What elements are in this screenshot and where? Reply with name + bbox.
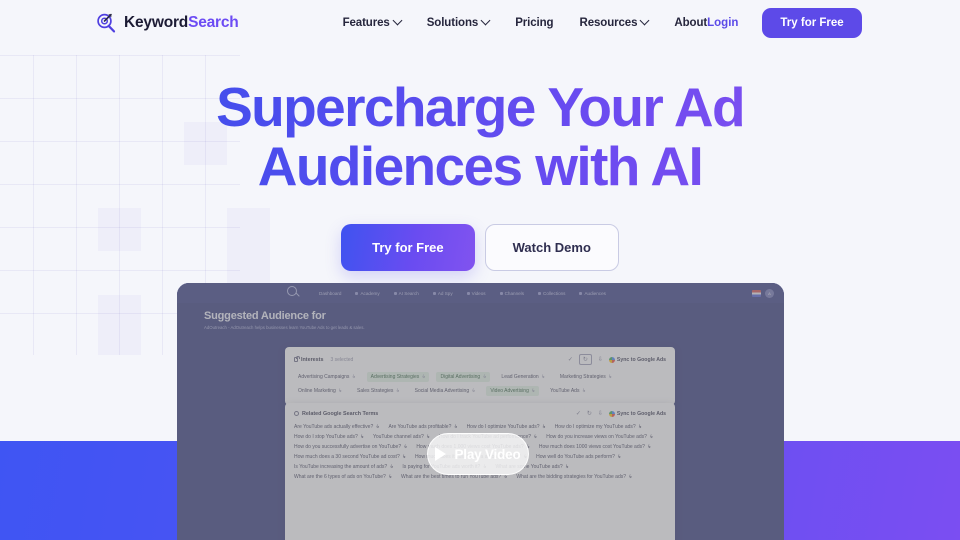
page-title: Supercharge Your Ad Audiences with AI	[0, 78, 960, 196]
chevron-down-icon	[480, 15, 491, 26]
logo[interactable]: KeywordSearch	[95, 12, 239, 34]
nav-label: Features	[342, 16, 390, 29]
headline-line-2: Audiences with AI	[257, 135, 703, 197]
play-triangle-icon	[435, 447, 447, 461]
chevron-down-icon	[392, 15, 403, 26]
hero-try-for-free-button[interactable]: Try for Free	[341, 224, 475, 271]
nav-item-solutions[interactable]: Solutions	[426, 15, 491, 29]
nav-label: Pricing	[515, 16, 554, 29]
hero-watch-demo-button[interactable]: Watch Demo	[484, 224, 619, 271]
chevron-down-icon	[639, 15, 650, 26]
header-try-for-free-button[interactable]: Try for Free	[762, 7, 862, 38]
nav-label: Solutions	[426, 16, 479, 29]
play-video-label: Play Video	[454, 446, 521, 462]
nav-label: Resources	[579, 16, 638, 29]
hero-cta-row: Try for Free Watch Demo	[0, 224, 960, 271]
headline-line-1: Supercharge Your Ad	[216, 76, 744, 138]
main-nav: Features Solutions Pricing Resources Abo…	[342, 15, 707, 29]
header-actions: Login Try for Free	[707, 7, 862, 38]
nav-item-features[interactable]: Features	[342, 15, 403, 29]
logo-text-keyword: Keyword	[124, 13, 189, 31]
target-magnifier-icon	[95, 12, 117, 34]
play-video-button[interactable]: Play Video	[427, 433, 529, 475]
site-header: KeywordSearch Features Solutions Pricing…	[0, 0, 960, 45]
landing-page: KeywordSearch Features Solutions Pricing…	[0, 0, 960, 540]
hero-section: Supercharge Your Ad Audiences with AI Tr…	[0, 78, 960, 271]
logo-text-search: Search	[188, 13, 239, 31]
video-overlay[interactable]	[177, 283, 784, 540]
grid-accent-cell	[98, 295, 141, 355]
nav-item-about[interactable]: About	[674, 17, 707, 29]
nav-item-pricing[interactable]: Pricing	[515, 17, 553, 29]
nav-item-resources[interactable]: Resources	[579, 15, 650, 29]
nav-label: About	[674, 16, 708, 29]
login-link[interactable]: Login	[707, 17, 738, 29]
logo-text: KeywordSearch	[124, 14, 239, 32]
